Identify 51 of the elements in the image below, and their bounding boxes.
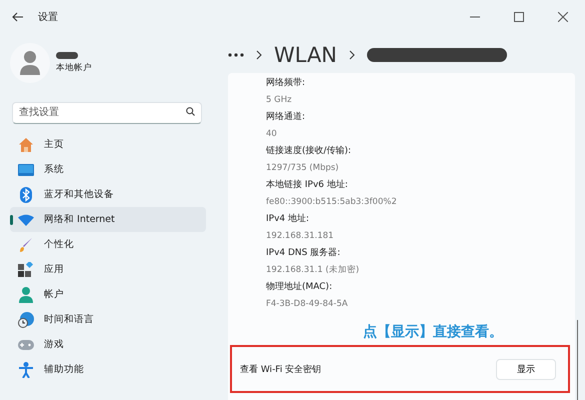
maximize-icon[interactable]	[514, 12, 524, 22]
search-icon	[186, 107, 195, 116]
property-label: 网络频带:	[266, 76, 306, 90]
breadcrumb-title: WLAN	[274, 43, 338, 67]
globe-clock-icon	[18, 312, 34, 328]
gamepad-icon	[18, 340, 34, 350]
nav-item[interactable]: 主页	[10, 132, 206, 157]
property-value: F4-3B-D8-49-84-5A	[266, 298, 349, 311]
nav-item[interactable]: 帐户	[10, 282, 206, 307]
property-value: 192.168.31.1 (未加密)	[266, 264, 360, 277]
annotation-text: 点【显示】直接查看。	[363, 323, 503, 341]
monitor-icon	[18, 164, 34, 176]
property-value: 192.168.31.181	[266, 230, 335, 243]
more-icon[interactable]	[228, 53, 244, 57]
bluetooth-icon	[20, 186, 32, 202]
nav-item[interactable]: 蓝牙和其他设备	[10, 182, 206, 207]
property-label: IPv4 DNS 服务器:	[266, 246, 342, 260]
close-icon[interactable]	[558, 12, 568, 22]
property-value: 40	[266, 128, 278, 141]
scrollbar[interactable]	[576, 320, 578, 400]
property-value: 5 GHz	[266, 94, 293, 107]
nav-item[interactable]: 系统	[10, 157, 206, 182]
person-icon	[19, 286, 33, 302]
property-label: IPv4 地址:	[266, 212, 310, 226]
show-button[interactable]: 显示	[496, 358, 556, 380]
account-type: 本地帐户	[56, 62, 92, 74]
property-label: 本地链接 IPv6 地址:	[266, 178, 349, 192]
property-label: 链接速度(接收/传输):	[266, 144, 352, 158]
window-title: 设置	[38, 10, 59, 24]
nav-item[interactable]: 网络和 Internet	[10, 207, 206, 232]
nav-item[interactable]: 个性化	[10, 232, 206, 257]
nav-item[interactable]: 游戏	[10, 332, 206, 357]
wifi-icon	[18, 214, 34, 226]
security-key-label: 查看 Wi-Fi 安全密钥	[240, 364, 322, 376]
property-label: 网络通道:	[266, 110, 306, 124]
redaction-mark	[56, 52, 78, 59]
nav-item[interactable]: 辅助功能	[10, 357, 206, 382]
property-value: fe80::3900:b515:5ab3:3f00%2	[266, 196, 398, 209]
apps-icon	[18, 262, 34, 278]
brush-icon	[19, 236, 33, 252]
chevron-icon	[349, 50, 356, 60]
back-arrow-icon[interactable]	[12, 12, 24, 22]
property-value: 1297/735 (Mbps)	[266, 162, 340, 175]
search-field[interactable]: 查找设置	[12, 102, 202, 124]
nav-item[interactable]: 时间和语言	[10, 307, 206, 332]
accessibility-icon	[19, 362, 33, 378]
property-label: 物理地址(MAC):	[266, 280, 334, 294]
house-icon	[18, 136, 34, 152]
nav-item[interactable]: 应用	[10, 257, 206, 282]
chevron-icon	[256, 50, 262, 60]
avatar	[10, 43, 50, 83]
